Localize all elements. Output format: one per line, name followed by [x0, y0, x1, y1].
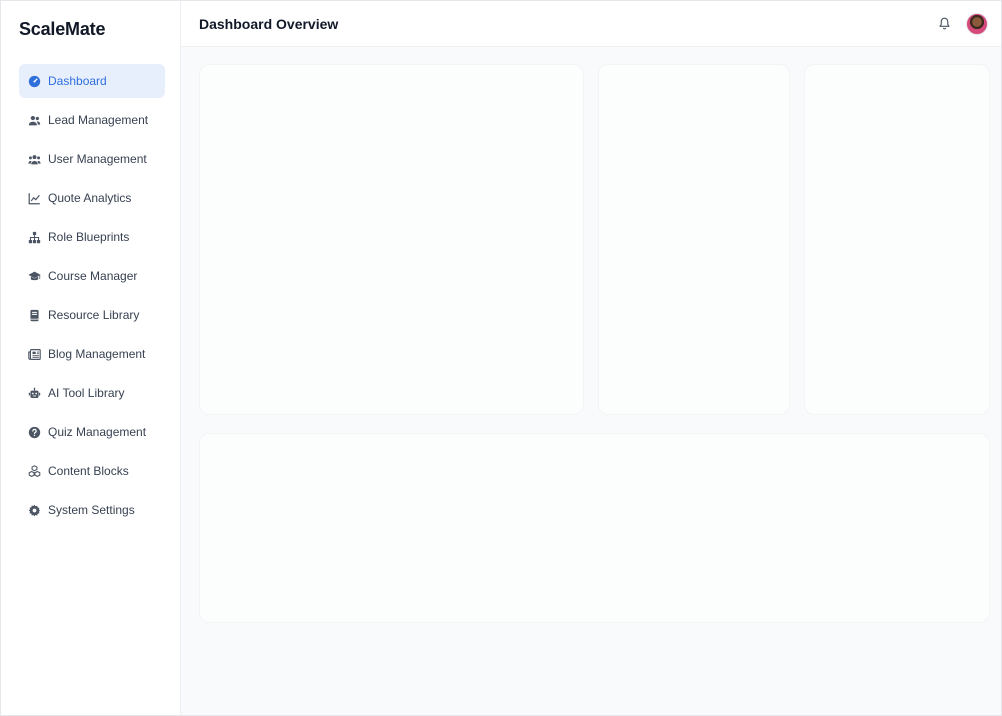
sidebar-item-label: Lead Management [48, 113, 149, 127]
bell-icon[interactable] [936, 16, 952, 32]
robot-icon [27, 386, 41, 400]
sidebar-item-label: Quote Analytics [48, 191, 132, 205]
sidebar-nav: Dashboard Lead Management User Managemen… [19, 64, 165, 532]
line-chart-icon [27, 191, 41, 205]
loading-placeholder-card [804, 64, 990, 415]
main-area: Dashboard Overview [181, 1, 1001, 715]
loading-placeholder-card [199, 433, 990, 623]
loading-placeholder-card [598, 64, 790, 415]
sidebar-item-label: AI Tool Library [48, 386, 125, 400]
sidebar-item-label: Dashboard [48, 74, 107, 88]
user-group-icon [27, 152, 41, 166]
sidebar-item-role-blueprints[interactable]: Role Blueprints [19, 220, 165, 254]
sidebar-item-user-management[interactable]: User Management [19, 142, 165, 176]
sidebar-item-ai-tool-library[interactable]: AI Tool Library [19, 376, 165, 410]
book-icon [27, 308, 41, 322]
sidebar: ScaleMate Dashboard Lead Management User… [1, 1, 181, 715]
sidebar-item-label: Role Blueprints [48, 230, 130, 244]
sidebar-item-lead-management[interactable]: Lead Management [19, 103, 165, 137]
brand-logo[interactable]: ScaleMate [19, 19, 105, 40]
sidebar-item-course-manager[interactable]: Course Manager [19, 259, 165, 293]
dashboard-icon [27, 74, 41, 88]
sidebar-item-label: Blog Management [48, 347, 146, 361]
users-icon [27, 113, 41, 127]
page-title: Dashboard Overview [199, 15, 339, 32]
sidebar-item-label: User Management [48, 152, 147, 166]
sidebar-item-resource-library[interactable]: Resource Library [19, 298, 165, 332]
avatar[interactable] [966, 12, 988, 35]
newspaper-icon [27, 347, 41, 361]
loading-placeholder-card [199, 64, 584, 415]
header-actions [936, 12, 988, 35]
sidebar-item-quiz-management[interactable]: Quiz Management [19, 415, 165, 449]
top-header: Dashboard Overview [181, 1, 1001, 47]
question-circle-icon [27, 425, 41, 439]
sidebar-item-label: System Settings [48, 503, 135, 517]
sidebar-item-label: Quiz Management [48, 425, 147, 439]
app-window: ScaleMate Dashboard Lead Management User… [0, 0, 1002, 716]
sidebar-item-label: Resource Library [48, 308, 140, 322]
graduation-cap-icon [27, 269, 41, 283]
dashboard-content [181, 47, 1001, 715]
sidebar-item-dashboard[interactable]: Dashboard [19, 64, 165, 98]
sidebar-item-label: Content Blocks [48, 464, 129, 478]
cubes-icon [27, 464, 41, 478]
sidebar-item-blog-management[interactable]: Blog Management [19, 337, 165, 371]
sidebar-item-system-settings[interactable]: System Settings [19, 493, 165, 527]
sitemap-icon [27, 230, 41, 244]
sidebar-item-content-blocks[interactable]: Content Blocks [19, 454, 165, 488]
sidebar-item-quote-analytics[interactable]: Quote Analytics [19, 181, 165, 215]
gear-icon [27, 503, 41, 517]
sidebar-item-label: Course Manager [48, 269, 138, 283]
